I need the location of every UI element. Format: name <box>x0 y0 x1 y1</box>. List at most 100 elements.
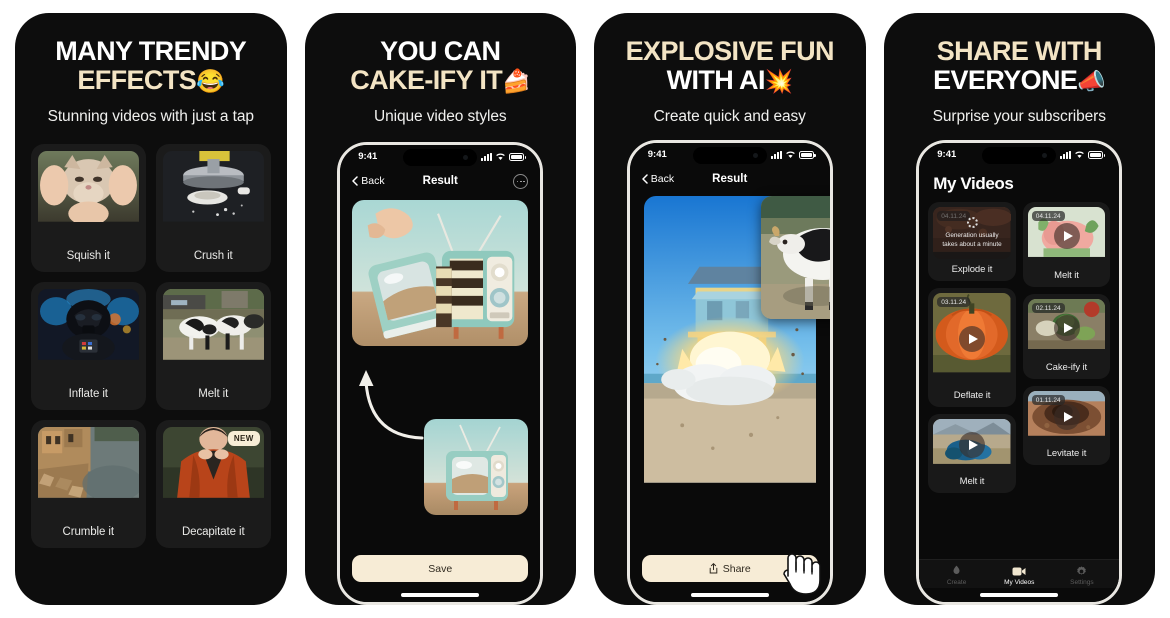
effect-label: Decapitate it <box>181 526 245 539</box>
more-options-icon[interactable] <box>513 173 529 189</box>
video-date: 04.11.24 <box>1031 211 1065 222</box>
phone-screen: 9:41 My Videos Generation usually takes … <box>919 143 1120 602</box>
effect-thumbnail-inflate <box>37 289 139 381</box>
video-label: Deflate it <box>953 390 991 402</box>
result-body <box>630 192 830 555</box>
cellular-signal-icon <box>770 150 782 159</box>
status-time: 9:41 <box>937 149 957 161</box>
effect-card-inflate[interactable]: Inflate it <box>30 282 146 411</box>
home-indicator <box>919 588 1119 602</box>
cow-overlay-image <box>760 196 830 320</box>
status-bar: 9:41 <box>919 143 1119 166</box>
effect-thumbnail-crumble <box>37 427 139 519</box>
play-button-icon[interactable] <box>959 432 985 459</box>
status-bar: 9:41 <box>340 145 540 168</box>
effect-card-squish[interactable]: Squish it <box>30 144 146 273</box>
flow-arrow-icon <box>359 370 424 440</box>
generating-text: Generation usually takes about a minute <box>942 232 1002 248</box>
share-icon <box>709 563 718 574</box>
effect-label: Crush it <box>193 250 233 263</box>
source-image-thumbnail[interactable] <box>424 419 529 515</box>
phone-mockup-my-videos: 9:41 My Videos Generation usually takes … <box>916 140 1123 605</box>
wifi-icon <box>496 153 506 161</box>
status-indicators <box>1060 150 1106 159</box>
panel2-subheadline: Unique video styles <box>373 108 507 126</box>
effect-thumbnail-crush <box>162 151 264 243</box>
tab-label: Create <box>946 579 967 586</box>
play-button-icon[interactable] <box>1053 223 1080 250</box>
effect-card-decapitate[interactable]: NEW Decapitate it <box>155 420 271 549</box>
nav-bar: Back Result <box>630 166 830 192</box>
video-label: Explode it <box>951 264 993 276</box>
effect-card-crumble[interactable]: Crumble it <box>30 420 146 549</box>
crush-press-image <box>162 151 264 222</box>
wifi-icon <box>785 151 795 159</box>
save-button[interactable]: Save <box>352 555 529 582</box>
back-label: Back <box>650 173 675 186</box>
inflate-darth-image <box>37 289 139 360</box>
nav-bar: Back Result <box>340 168 540 194</box>
explosion-emoji-icon: 💥 <box>764 68 794 95</box>
videos-column-right: 04.11.24 Melt it 02.11.24 Cake-ify it 01… <box>1022 202 1111 493</box>
panel4-headline-line1: SHARE WITH <box>936 36 1103 66</box>
effect-thumbnail-melt <box>162 289 264 381</box>
save-label: Save <box>428 562 453 575</box>
effect-card-melt[interactable]: Melt it <box>155 282 271 411</box>
battery-icon <box>798 150 816 159</box>
panel4-headline-line2: EVERYONE <box>933 65 1078 96</box>
effect-card-crush[interactable]: Crush it <box>155 144 271 273</box>
result-image[interactable] <box>352 200 529 347</box>
play-button-icon[interactable] <box>1053 404 1080 431</box>
nav-title: Result <box>422 175 458 188</box>
chevron-left-icon <box>642 174 648 185</box>
panel-explosive-fun-with-ai: EXPLOSIVE FUN WITH AI💥 Create quick and … <box>594 13 866 605</box>
video-card-explode[interactable]: 04.11.24 <box>928 202 1016 282</box>
play-button-icon[interactable] <box>1053 315 1080 342</box>
dynamic-island <box>982 147 1057 165</box>
video-card-melt-2[interactable]: Melt it <box>928 414 1016 494</box>
panel-many-trendy-effects: MANY TRENDY EFFECTS😂 Stunning videos wit… <box>15 13 287 605</box>
phone-mockup-share: 9:41 Back Result Share <box>626 140 833 605</box>
effect-label: Crumble it <box>62 526 115 539</box>
screenshot-board: MANY TRENDY EFFECTS😂 Stunning videos wit… <box>0 0 1170 618</box>
video-label: Levitate it <box>1046 448 1087 460</box>
back-button[interactable]: Back <box>352 175 385 187</box>
videos-grid: 04.11.24 <box>919 202 1119 494</box>
video-label: Melt it <box>1054 270 1079 282</box>
dynamic-island <box>403 149 478 167</box>
tab-create[interactable]: Create <box>925 565 988 586</box>
video-date: 02.11.24 <box>1031 303 1065 314</box>
tab-settings[interactable]: Settings <box>1051 565 1114 586</box>
status-time: 9:41 <box>647 149 667 161</box>
dynamic-island <box>692 147 767 165</box>
effect-label: Squish it <box>66 250 110 263</box>
megaphone-emoji-icon: 📣 <box>1077 68 1106 95</box>
video-card-levitate[interactable]: 01.11.24 Levitate it <box>1022 386 1111 466</box>
panel1-headline-line1: MANY TRENDY <box>55 36 247 66</box>
panel3-headline-line2: WITH AI <box>666 65 766 96</box>
phone-mockup-result: 9:41 Back Result Save <box>337 142 544 605</box>
cellular-signal-icon <box>481 152 493 161</box>
panel2-headline: YOU CAN CAKE-IFY IT🍰 <box>317 36 565 95</box>
melt-cows-image <box>162 289 264 360</box>
share-label: Share <box>722 562 751 575</box>
panel2-headline-line1: YOU CAN <box>380 36 501 66</box>
pointing-hand-cursor-icon <box>782 553 821 595</box>
play-button-icon[interactable] <box>959 326 985 353</box>
video-card-cakeify[interactable]: 02.11.24 Cake-ify it <box>1022 294 1111 380</box>
panel3-header: EXPLOSIVE FUN WITH AI💥 Create quick and … <box>594 13 866 126</box>
flame-icon <box>953 565 960 574</box>
videos-column-left: 04.11.24 <box>928 202 1016 494</box>
battery-icon <box>509 152 527 161</box>
video-thumbnail: 04.11.24 <box>933 207 1011 260</box>
floating-cow-thumbnail[interactable] <box>760 196 830 320</box>
video-card-melt-1[interactable]: 04.11.24 Melt it <box>1022 202 1111 288</box>
video-card-deflate[interactable]: 03.11.24 Deflate it <box>928 288 1016 408</box>
tab-my-videos[interactable]: My Videos <box>988 566 1051 586</box>
effect-label: Melt it <box>198 388 229 401</box>
back-button[interactable]: Back <box>642 173 674 185</box>
panel1-header: MANY TRENDY EFFECTS😂 Stunning videos wit… <box>15 13 287 126</box>
video-label: Melt it <box>959 476 985 488</box>
video-thumbnail: 04.11.24 <box>1027 207 1106 265</box>
nav-title: Result <box>712 173 748 186</box>
